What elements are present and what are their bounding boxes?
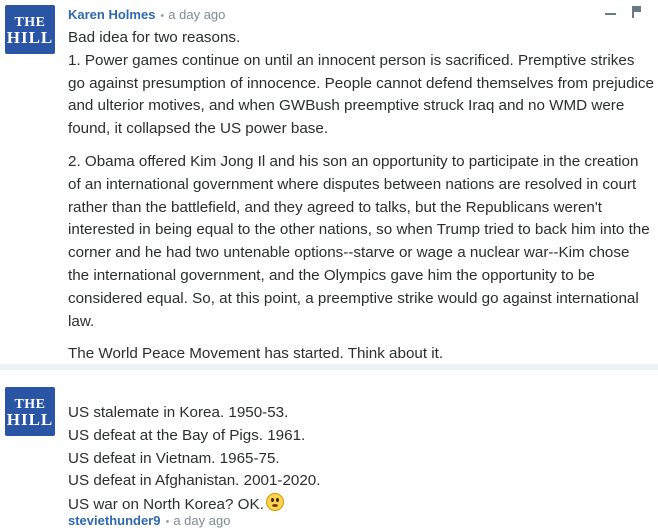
comment-line: US defeat at the Bay of Pigs. 1961. <box>68 426 306 444</box>
comment-paragraph: The World Peace Movement has started. Th… <box>68 345 444 363</box>
comment-line: US war on North Korea? OK. <box>68 493 654 517</box>
comment-line: US stalemate in Korea. 1950-53. <box>68 404 289 421</box>
comment-paragraph: 2. Obama offered Kim Jong Il and his son… <box>68 152 650 330</box>
comment-line-text: US war on North Korea? OK. <box>68 496 264 514</box>
author-name[interactable]: Karen Holmes <box>68 7 155 22</box>
comment-line: US defeat in Afghanistan. 2001-2020. <box>68 472 321 490</box>
comment: THE HILL Karen Holmes • a day ago Bad id… <box>0 0 658 364</box>
comment-header: Karen Holmes • a day ago <box>68 7 225 22</box>
separator-dot: • <box>160 10 165 22</box>
flushed-face-emoji-icon <box>265 493 284 512</box>
avatar-text-line: HILL <box>6 409 54 429</box>
avatar[interactable]: THE HILL <box>5 387 55 436</box>
avatar-text-line: HILL <box>6 27 54 47</box>
comment-line: Bad idea for two reasons. <box>68 29 241 46</box>
collapse-icon[interactable] <box>605 13 616 15</box>
timestamp[interactable]: a day ago <box>168 7 225 22</box>
comment-body: US stalemate in Korea. 1950-53. US defea… <box>68 402 654 517</box>
comment-line: US defeat in Vietnam. 1965-75. <box>68 449 280 467</box>
comment-body: Bad idea for two reasons. 1. Power games… <box>68 27 654 366</box>
avatar[interactable]: THE HILL <box>5 5 55 54</box>
flag-icon[interactable] <box>632 6 642 18</box>
separator-dot: • <box>165 516 170 528</box>
comment-actions <box>605 6 642 18</box>
comment-line: 1. Power games continue on until an inno… <box>68 51 654 138</box>
